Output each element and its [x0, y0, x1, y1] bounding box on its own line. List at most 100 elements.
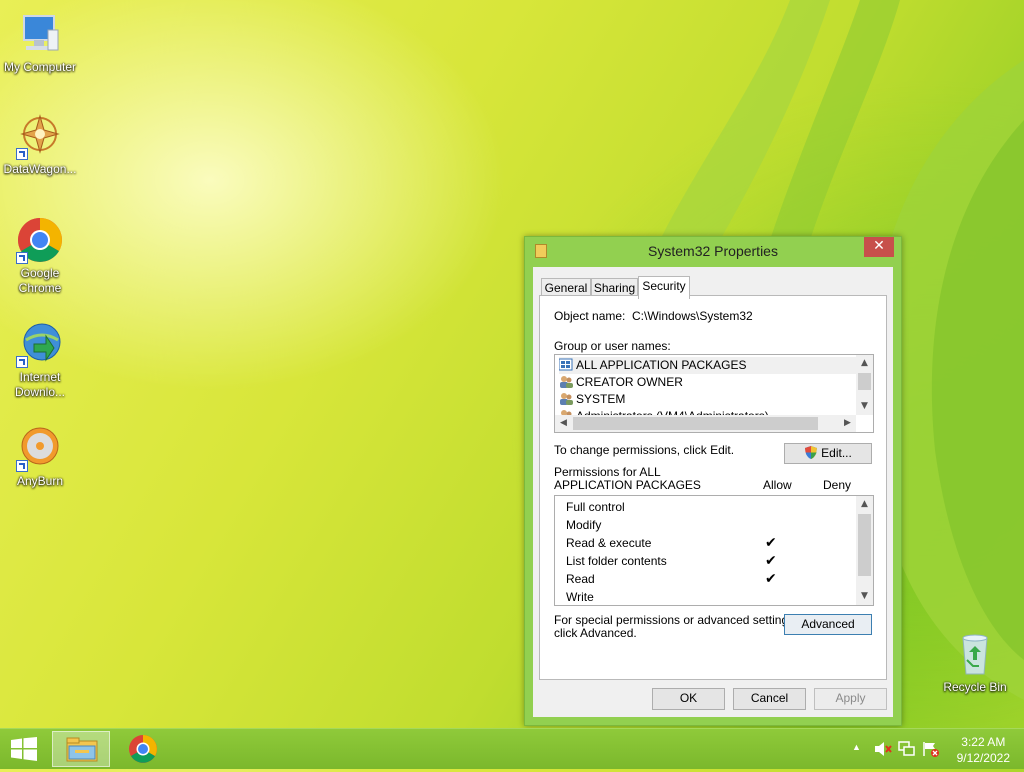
permission-name: Read & execute — [566, 536, 652, 550]
start-button[interactable] — [10, 737, 38, 761]
permission-name: List folder contents — [566, 554, 667, 568]
permission-name: Modify — [566, 518, 602, 532]
scroll-up-icon[interactable]: ▲ — [856, 355, 873, 372]
shortcut-arrow-icon — [16, 252, 28, 264]
security-panel: Object name: C:\Windows\System32 Group o… — [539, 295, 887, 680]
scroll-down-icon[interactable]: ▼ — [856, 588, 873, 605]
list-item[interactable]: CREATOR OWNER — [559, 374, 683, 391]
permission-name: Read — [566, 572, 595, 586]
permission-row-modify: Modify — [566, 517, 601, 534]
chrome-icon — [129, 735, 157, 763]
edit-button[interactable]: Edit... — [784, 443, 872, 464]
desktop-icon-google-chrome[interactable]: Google Chrome — [0, 216, 80, 296]
desktop-icon-label: My Computer — [3, 60, 77, 74]
permission-row-full-control: Full control — [566, 499, 625, 516]
edit-button-label: Edit... — [821, 446, 852, 460]
object-name-value: C:\Windows\System32 — [632, 309, 753, 323]
desktop-icon-internet-download-manager[interactable]: Internet Downlo... — [0, 320, 80, 400]
dialog-client: General Sharing Security Object name: C:… — [533, 267, 893, 717]
shortcut-arrow-icon — [16, 148, 28, 160]
computer-icon — [16, 10, 64, 58]
chrome-icon — [16, 216, 64, 264]
scroll-down-icon[interactable]: ▼ — [856, 398, 873, 415]
clock-time: 3:22 AM — [961, 735, 1006, 749]
scroll-right-icon[interactable]: ▶ — [839, 415, 856, 432]
clock-date: 9/12/2022 — [956, 751, 1010, 765]
permission-row-write: Write — [566, 589, 594, 605]
scroll-up-icon[interactable]: ▲ — [856, 496, 873, 513]
permission-row-read: Read — [566, 571, 595, 588]
app-packages-icon — [558, 358, 573, 371]
permissions-for-label-line1: Permissions for ALL — [554, 465, 661, 479]
group-name: CREATOR OWNER — [576, 375, 683, 389]
vertical-scrollbar[interactable]: ▲ ▼ — [856, 355, 873, 415]
taskbar-file-explorer[interactable] — [52, 731, 110, 767]
advanced-button[interactable]: Advanced — [784, 614, 872, 635]
close-icon: ✕ — [873, 238, 885, 254]
volume-muted-icon[interactable] — [874, 741, 892, 757]
anyburn-icon — [16, 424, 64, 472]
desktop-icon-label: AnyBurn — [16, 474, 64, 488]
permission-name: Full control — [566, 500, 625, 514]
dialog-titlebar[interactable]: System32 Properties ✕ — [525, 237, 901, 267]
desktop-icon-datawagon[interactable]: DataWagon... — [0, 112, 80, 177]
vertical-scrollbar[interactable]: ▲ ▼ — [856, 496, 873, 605]
uac-shield-icon — [804, 446, 818, 459]
recycle-bin-icon — [951, 630, 999, 678]
taskbar: ▲ 3:22 AM 9/12/2022 — [0, 728, 1024, 769]
desktop-icon-label-line1: Internet — [19, 370, 61, 384]
horizontal-scrollbar[interactable]: ◀ ▶ — [555, 415, 856, 432]
permission-row-read-execute: Read & execute — [566, 535, 651, 552]
cancel-button[interactable]: Cancel — [733, 688, 806, 710]
group-name: SYSTEM — [576, 392, 626, 406]
desktop-icon-anyburn[interactable]: AnyBurn — [0, 424, 80, 489]
scroll-thumb[interactable] — [858, 373, 871, 390]
show-hidden-icons-icon[interactable]: ▲ — [852, 742, 861, 752]
allow-checkmark-icon: ✔ — [765, 553, 777, 569]
scroll-thumb[interactable] — [573, 417, 818, 430]
group-user-list[interactable]: ALL APPLICATION PACKAGES CREATOR OWNER S… — [554, 354, 874, 433]
users-icon — [559, 375, 573, 388]
windows-logo-icon — [11, 737, 37, 761]
scroll-thumb[interactable] — [858, 514, 871, 576]
apply-button[interactable]: Apply — [814, 688, 887, 710]
users-icon — [559, 392, 573, 405]
group-name: ALL APPLICATION PACKAGES — [576, 358, 747, 372]
datawagon-icon — [16, 112, 64, 160]
action-center-flag-icon[interactable] — [922, 741, 940, 757]
desktop-icon-label: Recycle Bin — [943, 680, 1007, 694]
deny-column-header: Deny — [823, 478, 852, 492]
list-item[interactable]: SYSTEM — [559, 391, 625, 408]
desktop-icon-label-line1: Google — [20, 266, 60, 280]
properties-dialog: System32 Properties ✕ General Sharing Se… — [524, 236, 902, 726]
allow-checkmark-icon: ✔ — [765, 571, 777, 587]
change-permissions-text: To change permissions, click Edit. — [554, 443, 735, 457]
permission-name: Write — [566, 590, 594, 604]
special-permissions-text-line1: For special permissions or advanced sett… — [554, 613, 798, 627]
taskbar-clock[interactable]: 3:22 AM 9/12/2022 — [957, 734, 1010, 766]
desktop-icon-recycle-bin[interactable]: Recycle Bin — [935, 630, 1015, 695]
shortcut-arrow-icon — [16, 460, 28, 472]
allow-checkmark-icon: ✔ — [765, 535, 777, 551]
close-button[interactable]: ✕ — [864, 237, 894, 257]
permissions-list[interactable]: Full control Modify Read & execute List … — [554, 495, 874, 606]
list-item[interactable]: ALL APPLICATION PACKAGES — [558, 357, 856, 374]
network-icon[interactable] — [898, 741, 916, 757]
special-permissions-text-line2: click Advanced. — [554, 626, 637, 640]
tab-security[interactable]: Security — [638, 276, 690, 299]
group-or-user-names-label: Group or user names: — [554, 339, 671, 353]
ok-button[interactable]: OK — [652, 688, 725, 710]
desktop-icon-label: DataWagon... — [3, 162, 77, 176]
permission-row-list-folder-contents: List folder contents — [566, 553, 667, 570]
system-tray: ▲ — [848, 729, 948, 769]
file-explorer-icon — [66, 737, 98, 762]
allow-column-header: Allow — [763, 478, 792, 492]
scroll-left-icon[interactable]: ◀ — [555, 415, 572, 432]
taskbar-chrome[interactable] — [114, 731, 172, 767]
internet-download-manager-icon — [16, 320, 64, 368]
object-name-label: Object name: — [554, 309, 626, 323]
dialog-title: System32 Properties — [648, 243, 778, 259]
desktop-icon-label-line2: Chrome — [18, 281, 62, 295]
shortcut-arrow-icon — [16, 356, 28, 368]
desktop-icon-my-computer[interactable]: My Computer — [0, 10, 80, 75]
